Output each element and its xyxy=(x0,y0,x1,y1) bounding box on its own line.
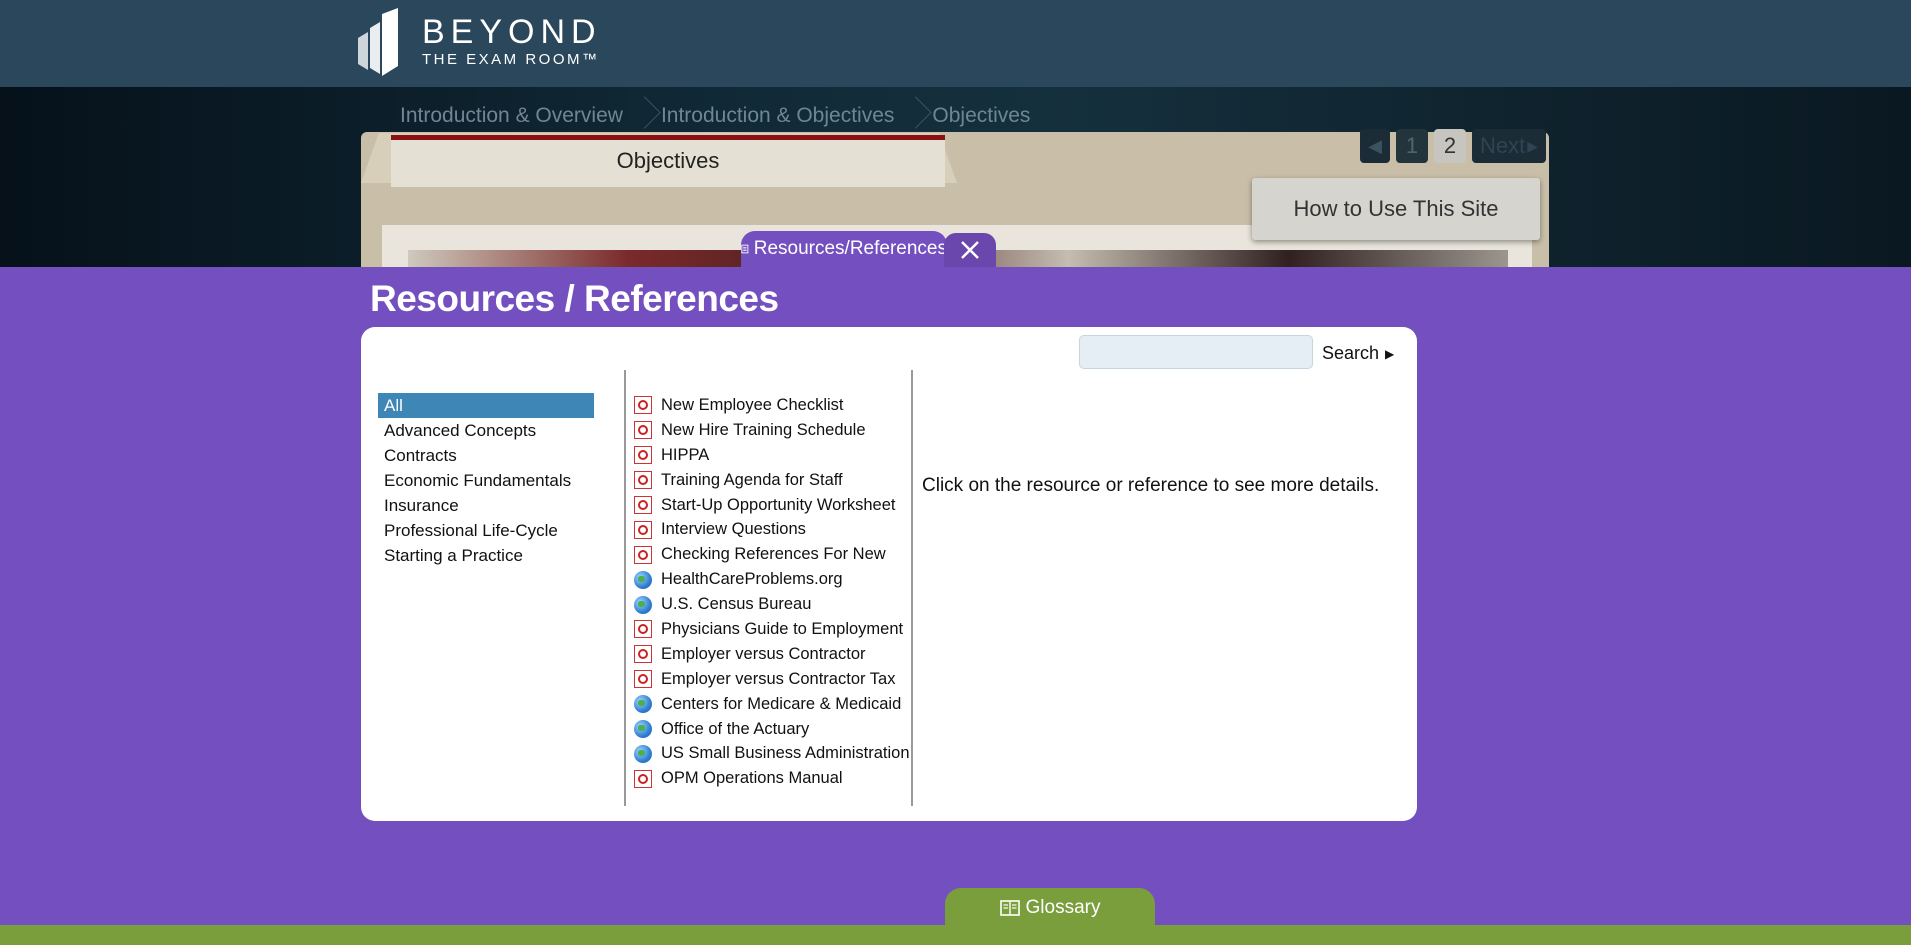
column-divider xyxy=(624,370,626,806)
resource-label: U.S. Census Bureau xyxy=(661,595,812,614)
resource-item[interactable]: Centers for Medicare & Medicaid xyxy=(634,692,906,717)
resource-label: HIPPA xyxy=(661,445,710,464)
pdf-icon xyxy=(634,645,652,664)
resource-label: Office of the Actuary xyxy=(661,719,810,738)
resource-list: New Employee Checklist New Hire Training… xyxy=(634,393,910,791)
resource-item[interactable]: US Small Business Administration xyxy=(634,741,910,766)
resources-panel: Search ▶ All Advanced Concepts Contracts… xyxy=(361,327,1417,821)
category-list: All Advanced Concepts Contracts Economic… xyxy=(378,393,594,568)
logo-line2: THE EXAM ROOM™ xyxy=(422,51,600,68)
resource-item[interactable]: HealthCareProblems.org xyxy=(634,567,906,592)
search-button-label: Search xyxy=(1322,343,1380,363)
pdf-icon xyxy=(634,545,652,564)
resource-label: HealthCareProblems.org xyxy=(661,570,843,589)
resource-item[interactable]: Training Agenda for Staff xyxy=(634,468,906,493)
chevron-right-icon: ▶ xyxy=(1527,137,1539,154)
how-to-use-button[interactable]: How to Use This Site xyxy=(1252,178,1540,240)
book-icon xyxy=(999,900,1020,916)
pdf-icon xyxy=(634,421,652,440)
pdf-icon xyxy=(634,396,652,415)
resource-item[interactable]: New Employee Checklist xyxy=(634,393,906,418)
next-button[interactable]: Next ▶ xyxy=(1472,129,1547,163)
section-tab-title: Objectives xyxy=(391,135,945,187)
globe-icon xyxy=(634,744,652,763)
globe-icon xyxy=(634,595,652,614)
breadcrumb-item[interactable]: Objectives xyxy=(894,99,1030,133)
resources-tab[interactable]: Resources/References xyxy=(741,231,947,267)
globe-icon xyxy=(634,570,652,589)
resource-item[interactable]: Physicians Guide to Employment xyxy=(634,617,906,642)
globe-icon xyxy=(634,695,652,714)
breadcrumb-item[interactable]: Introduction & Overview xyxy=(400,104,623,128)
resource-label: New Hire Training Schedule xyxy=(661,420,866,439)
resource-label: Start-Up Opportunity Worksheet xyxy=(661,495,896,514)
page-title: Resources / References xyxy=(370,278,779,319)
resource-label: Employer versus Contractor xyxy=(661,644,866,663)
breadcrumb: Introduction & Overview Introduction & O… xyxy=(400,99,1030,133)
chevron-right-icon xyxy=(904,99,922,133)
breadcrumb-label: Introduction & Objectives xyxy=(660,104,895,127)
resource-item[interactable]: U.S. Census Bureau xyxy=(634,592,906,617)
resource-item[interactable]: HIPPA xyxy=(634,443,906,468)
pdf-icon xyxy=(634,520,652,539)
next-label: Next xyxy=(1480,133,1526,158)
category-item[interactable]: Professional Life-Cycle xyxy=(378,518,594,543)
resource-label: Interview Questions xyxy=(661,520,806,539)
resource-label: Checking References For New xyxy=(661,545,886,564)
document-icon xyxy=(741,244,749,254)
breadcrumb-label: Objectives xyxy=(932,104,1031,127)
resource-item[interactable]: Checking References For New xyxy=(634,542,906,567)
resource-item[interactable]: Office of the Actuary xyxy=(634,717,906,742)
chevron-left-icon[interactable]: ◀ xyxy=(1360,129,1390,163)
glossary-tab[interactable]: Glossary xyxy=(945,888,1155,928)
category-item-all[interactable]: All xyxy=(378,393,594,418)
category-item[interactable]: Insurance xyxy=(378,493,594,518)
resource-item[interactable]: Start-Up Opportunity Worksheet xyxy=(634,493,906,518)
category-item[interactable]: Economic Fundamentals xyxy=(378,468,594,493)
category-item[interactable]: Advanced Concepts xyxy=(378,418,594,443)
logo-line1: BEYOND xyxy=(422,13,602,51)
logo-text: BEYOND THE EXAM ROOM™ xyxy=(422,15,602,69)
pdf-icon xyxy=(634,471,652,490)
chevron-right-icon xyxy=(633,99,651,133)
pager: ◀ 1 2 Next ▶ xyxy=(1360,129,1547,163)
resource-label: Training Agenda for Staff xyxy=(661,470,843,489)
breadcrumb-label: Introduction & Overview xyxy=(400,104,623,127)
footer-bar xyxy=(0,925,1911,945)
pdf-icon xyxy=(634,496,652,514)
resource-label: Physicians Guide to Employment xyxy=(661,619,904,638)
search-button[interactable]: Search ▶ xyxy=(1322,343,1394,364)
resource-label: Employer versus Contractor Tax xyxy=(661,669,896,688)
resource-label: US Small Business Administration xyxy=(661,744,910,763)
resource-item[interactable]: Interview Questions xyxy=(634,517,906,542)
resource-label: OPM Operations Manual xyxy=(661,769,843,788)
page-1-button[interactable]: 1 xyxy=(1396,129,1428,163)
site-header: BEYOND THE EXAM ROOM™ xyxy=(0,0,1911,87)
resources-tab-label: Resources/References xyxy=(753,238,947,259)
detail-text: Click on the resource or reference to se… xyxy=(922,475,1380,496)
breadcrumb-item[interactable]: Introduction & Objectives xyxy=(623,99,894,133)
pdf-icon xyxy=(634,620,652,639)
column-divider xyxy=(911,370,913,806)
resource-label: New Employee Checklist xyxy=(661,395,844,414)
globe-icon xyxy=(634,720,652,739)
logo[interactable]: BEYOND THE EXAM ROOM™ xyxy=(356,8,602,76)
resource-item[interactable]: OPM Operations Manual xyxy=(634,766,906,791)
pdf-icon xyxy=(634,769,652,788)
resource-item[interactable]: Employer versus Contractor Tax xyxy=(634,667,906,692)
page-2-button[interactable]: 2 xyxy=(1434,129,1466,163)
glossary-label: Glossary xyxy=(1025,897,1101,918)
close-icon[interactable] xyxy=(944,233,996,267)
resource-item[interactable]: New Hire Training Schedule xyxy=(634,418,906,443)
pdf-icon xyxy=(634,446,652,465)
resource-item[interactable]: Employer versus Contractor xyxy=(634,642,906,667)
category-item[interactable]: Contracts xyxy=(378,443,594,468)
pdf-icon xyxy=(634,670,652,689)
search-input[interactable] xyxy=(1079,335,1313,369)
category-item[interactable]: Starting a Practice xyxy=(378,543,594,568)
close-x-glyph xyxy=(961,241,979,259)
logo-mark-icon xyxy=(358,8,398,76)
resource-label: Centers for Medicare & Medicaid xyxy=(661,694,902,713)
play-arrow-icon: ▶ xyxy=(1385,346,1395,361)
